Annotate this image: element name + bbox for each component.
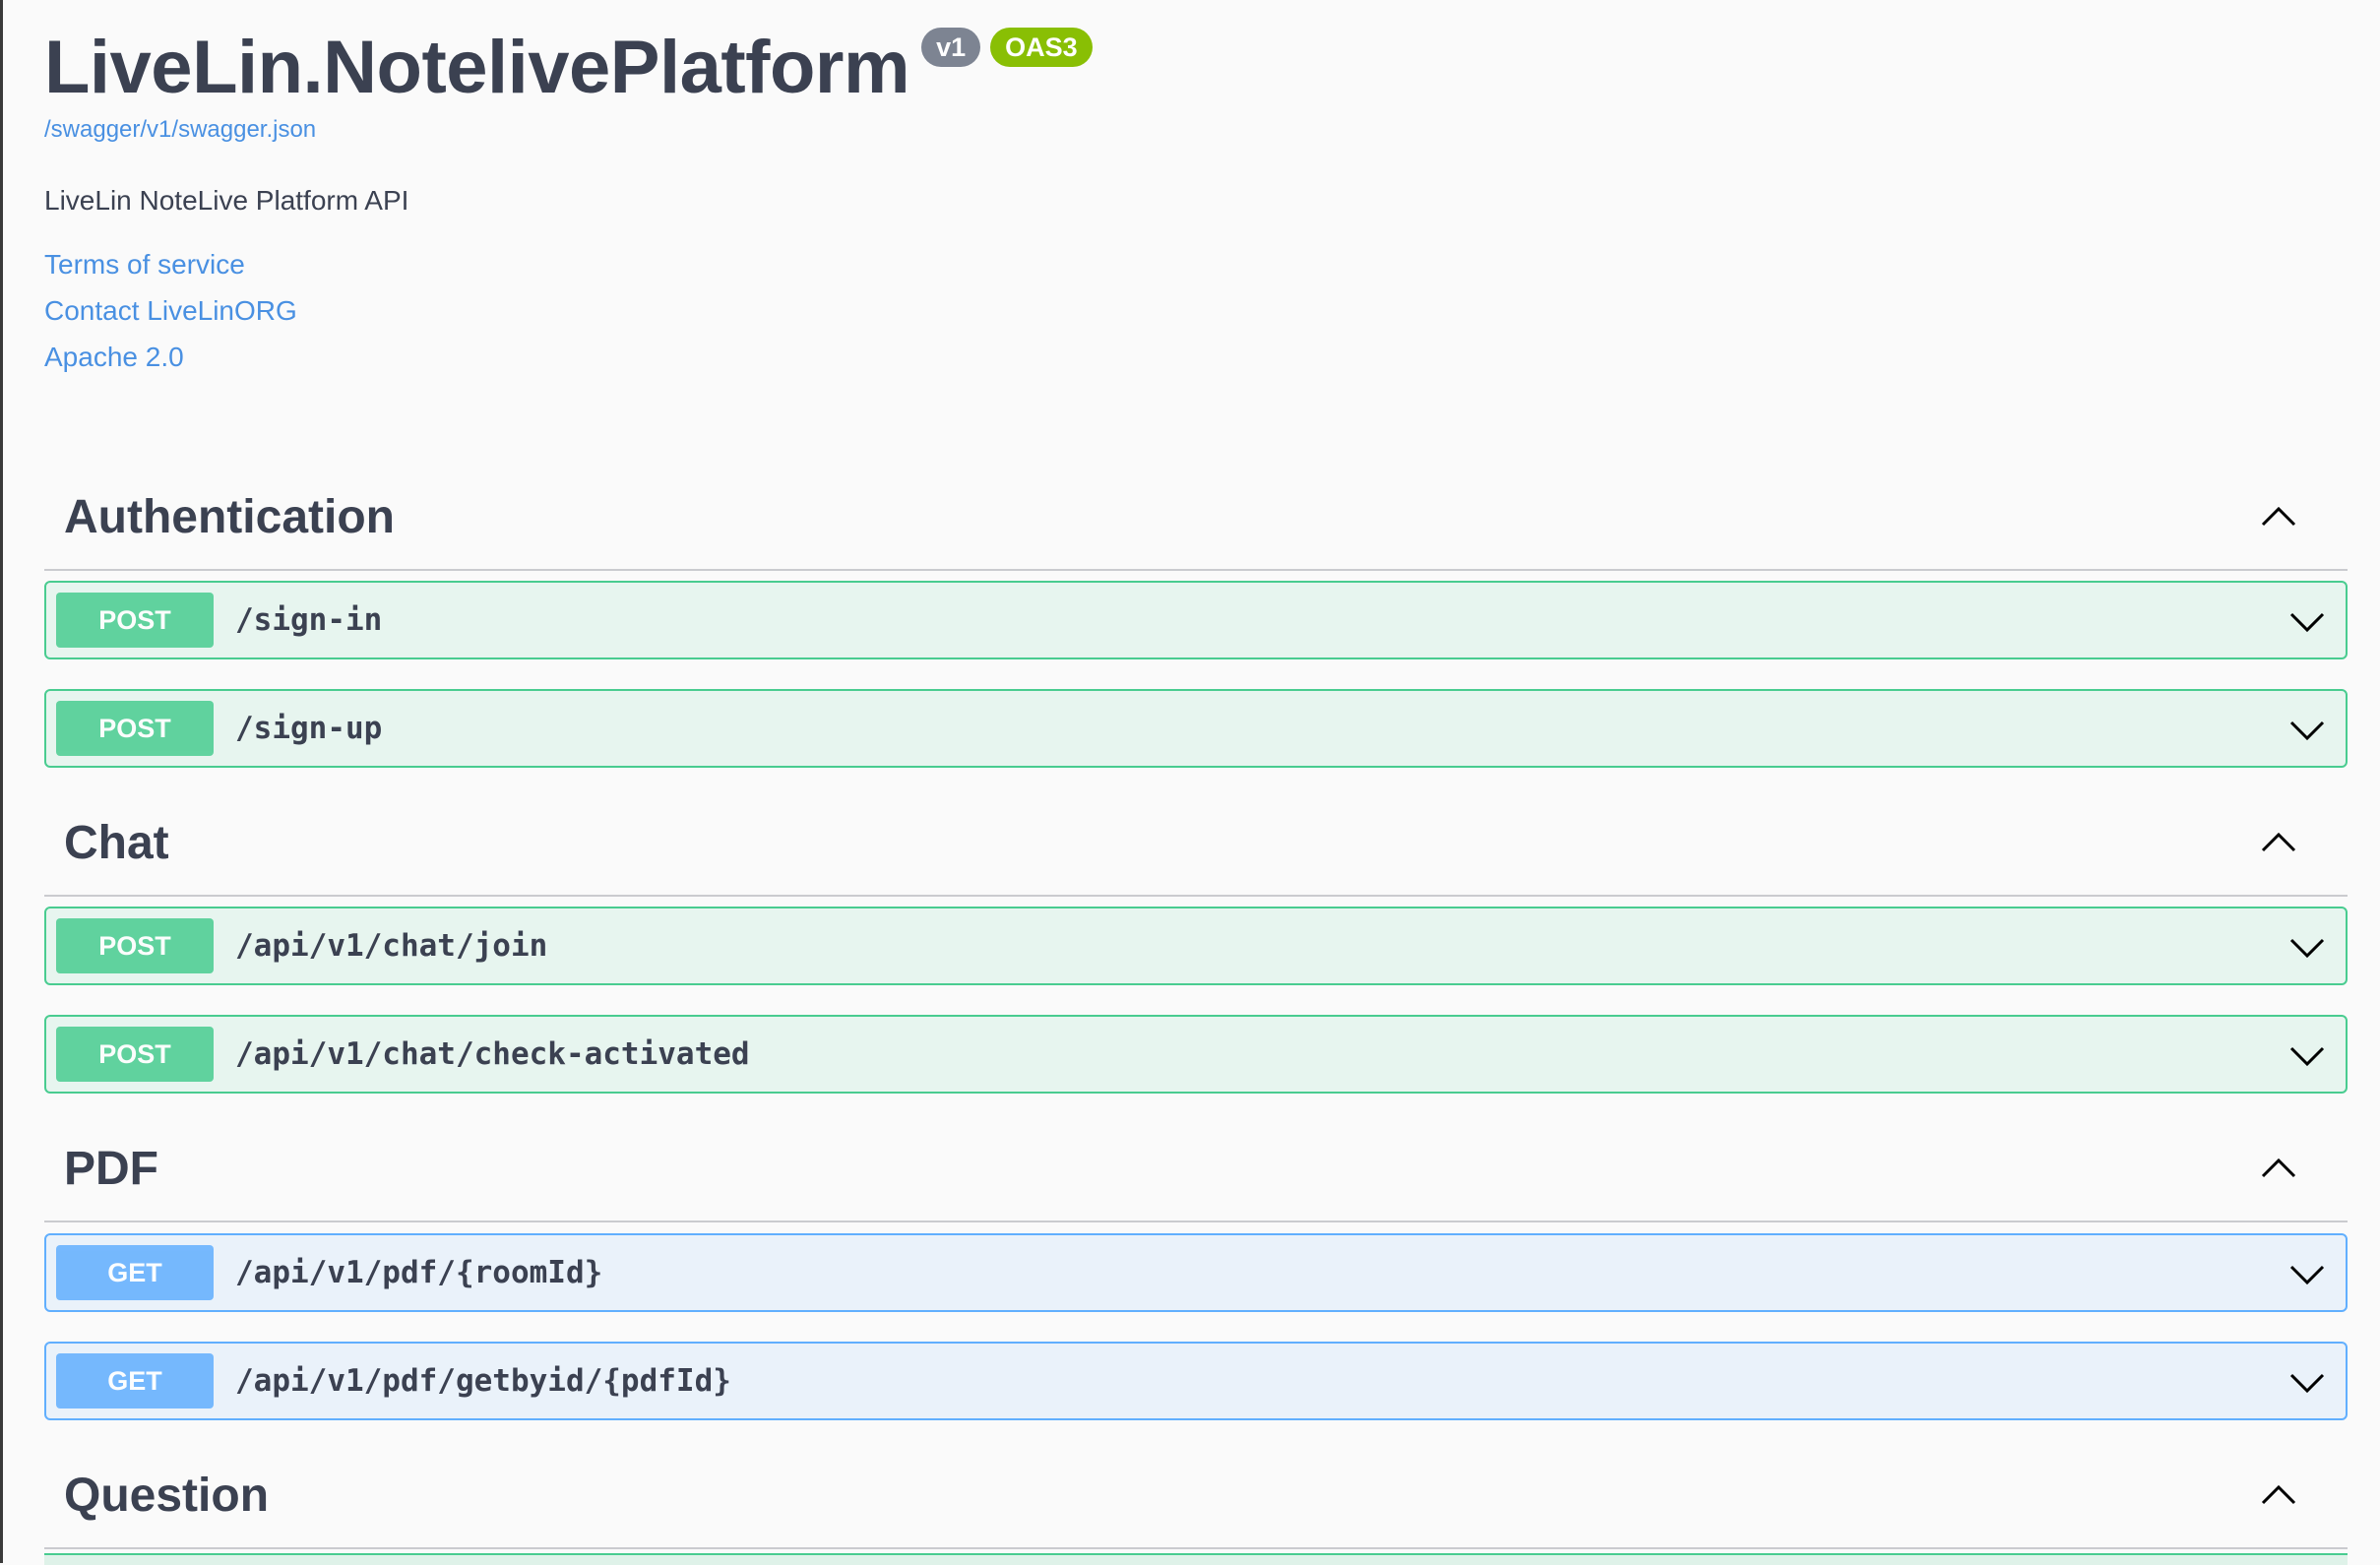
- chevron-up-icon[interactable]: [2259, 1475, 2298, 1515]
- tag-name: Authentication: [64, 491, 395, 543]
- operation-path: /api/v1/pdf/getbyid/{pdfId}: [235, 1363, 731, 1399]
- chevron-down-icon[interactable]: [2288, 1255, 2326, 1292]
- tag-section-chat[interactable]: Chat: [44, 788, 2348, 897]
- operation-post-sign-in[interactable]: POST /sign-in: [44, 581, 2348, 659]
- terms-of-service-link[interactable]: Terms of service: [44, 249, 245, 281]
- operation-partial-next[interactable]: [44, 1553, 2348, 1565]
- chevron-up-icon[interactable]: [2259, 1149, 2298, 1188]
- method-badge: GET: [56, 1245, 214, 1300]
- oas-badge: OAS3: [990, 28, 1093, 67]
- swagger-ui-frame: LiveLin.NotelivePlatform v1 OAS3 /swagge…: [0, 0, 2380, 1565]
- chevron-down-icon[interactable]: [2288, 928, 2326, 966]
- method-badge: POST: [56, 1027, 214, 1082]
- version-badge: v1: [921, 28, 981, 67]
- api-title-block: LiveLin.NotelivePlatform v1 OAS3: [44, 28, 1093, 108]
- tag-name: Question: [64, 1470, 270, 1522]
- tag-section-question[interactable]: Question: [44, 1441, 2348, 1549]
- license-link[interactable]: Apache 2.0: [44, 342, 184, 373]
- operation-path: /sign-up: [235, 711, 383, 746]
- tag-section-authentication[interactable]: Authentication: [44, 463, 2348, 571]
- api-description: LiveLin NoteLive Platform API: [44, 185, 409, 216]
- contact-link[interactable]: Contact LiveLinORG: [44, 295, 297, 327]
- operation-post-chat-join[interactable]: POST /api/v1/chat/join: [44, 907, 2348, 985]
- operation-post-sign-up[interactable]: POST /sign-up: [44, 689, 2348, 768]
- method-badge: POST: [56, 593, 214, 648]
- method-badge: POST: [56, 701, 214, 756]
- operation-path: /api/v1/chat/check-activated: [235, 1036, 750, 1072]
- chevron-down-icon[interactable]: [2288, 1363, 2326, 1401]
- api-title: LiveLin.NotelivePlatform: [44, 26, 910, 109]
- chevron-up-icon[interactable]: [2259, 823, 2298, 862]
- spec-url-link[interactable]: /swagger/v1/swagger.json: [44, 116, 316, 144]
- operation-path: /api/v1/pdf/{roomId}: [235, 1255, 603, 1290]
- operation-path: /sign-in: [235, 602, 383, 638]
- chevron-down-icon[interactable]: [2288, 602, 2326, 640]
- tag-name: Chat: [64, 817, 169, 869]
- operation-get-pdf-room[interactable]: GET /api/v1/pdf/{roomId}: [44, 1233, 2348, 1312]
- method-badge: POST: [56, 918, 214, 973]
- operation-path: /api/v1/chat/join: [235, 928, 548, 964]
- chevron-up-icon[interactable]: [2259, 497, 2298, 536]
- method-badge: GET: [56, 1353, 214, 1408]
- operation-post-chat-check-activated[interactable]: POST /api/v1/chat/check-activated: [44, 1015, 2348, 1094]
- tag-section-pdf[interactable]: PDF: [44, 1114, 2348, 1222]
- chevron-down-icon[interactable]: [2288, 711, 2326, 748]
- tag-name: PDF: [64, 1143, 158, 1195]
- chevron-down-icon[interactable]: [2288, 1036, 2326, 1074]
- operation-get-pdf-by-id[interactable]: GET /api/v1/pdf/getbyid/{pdfId}: [44, 1342, 2348, 1420]
